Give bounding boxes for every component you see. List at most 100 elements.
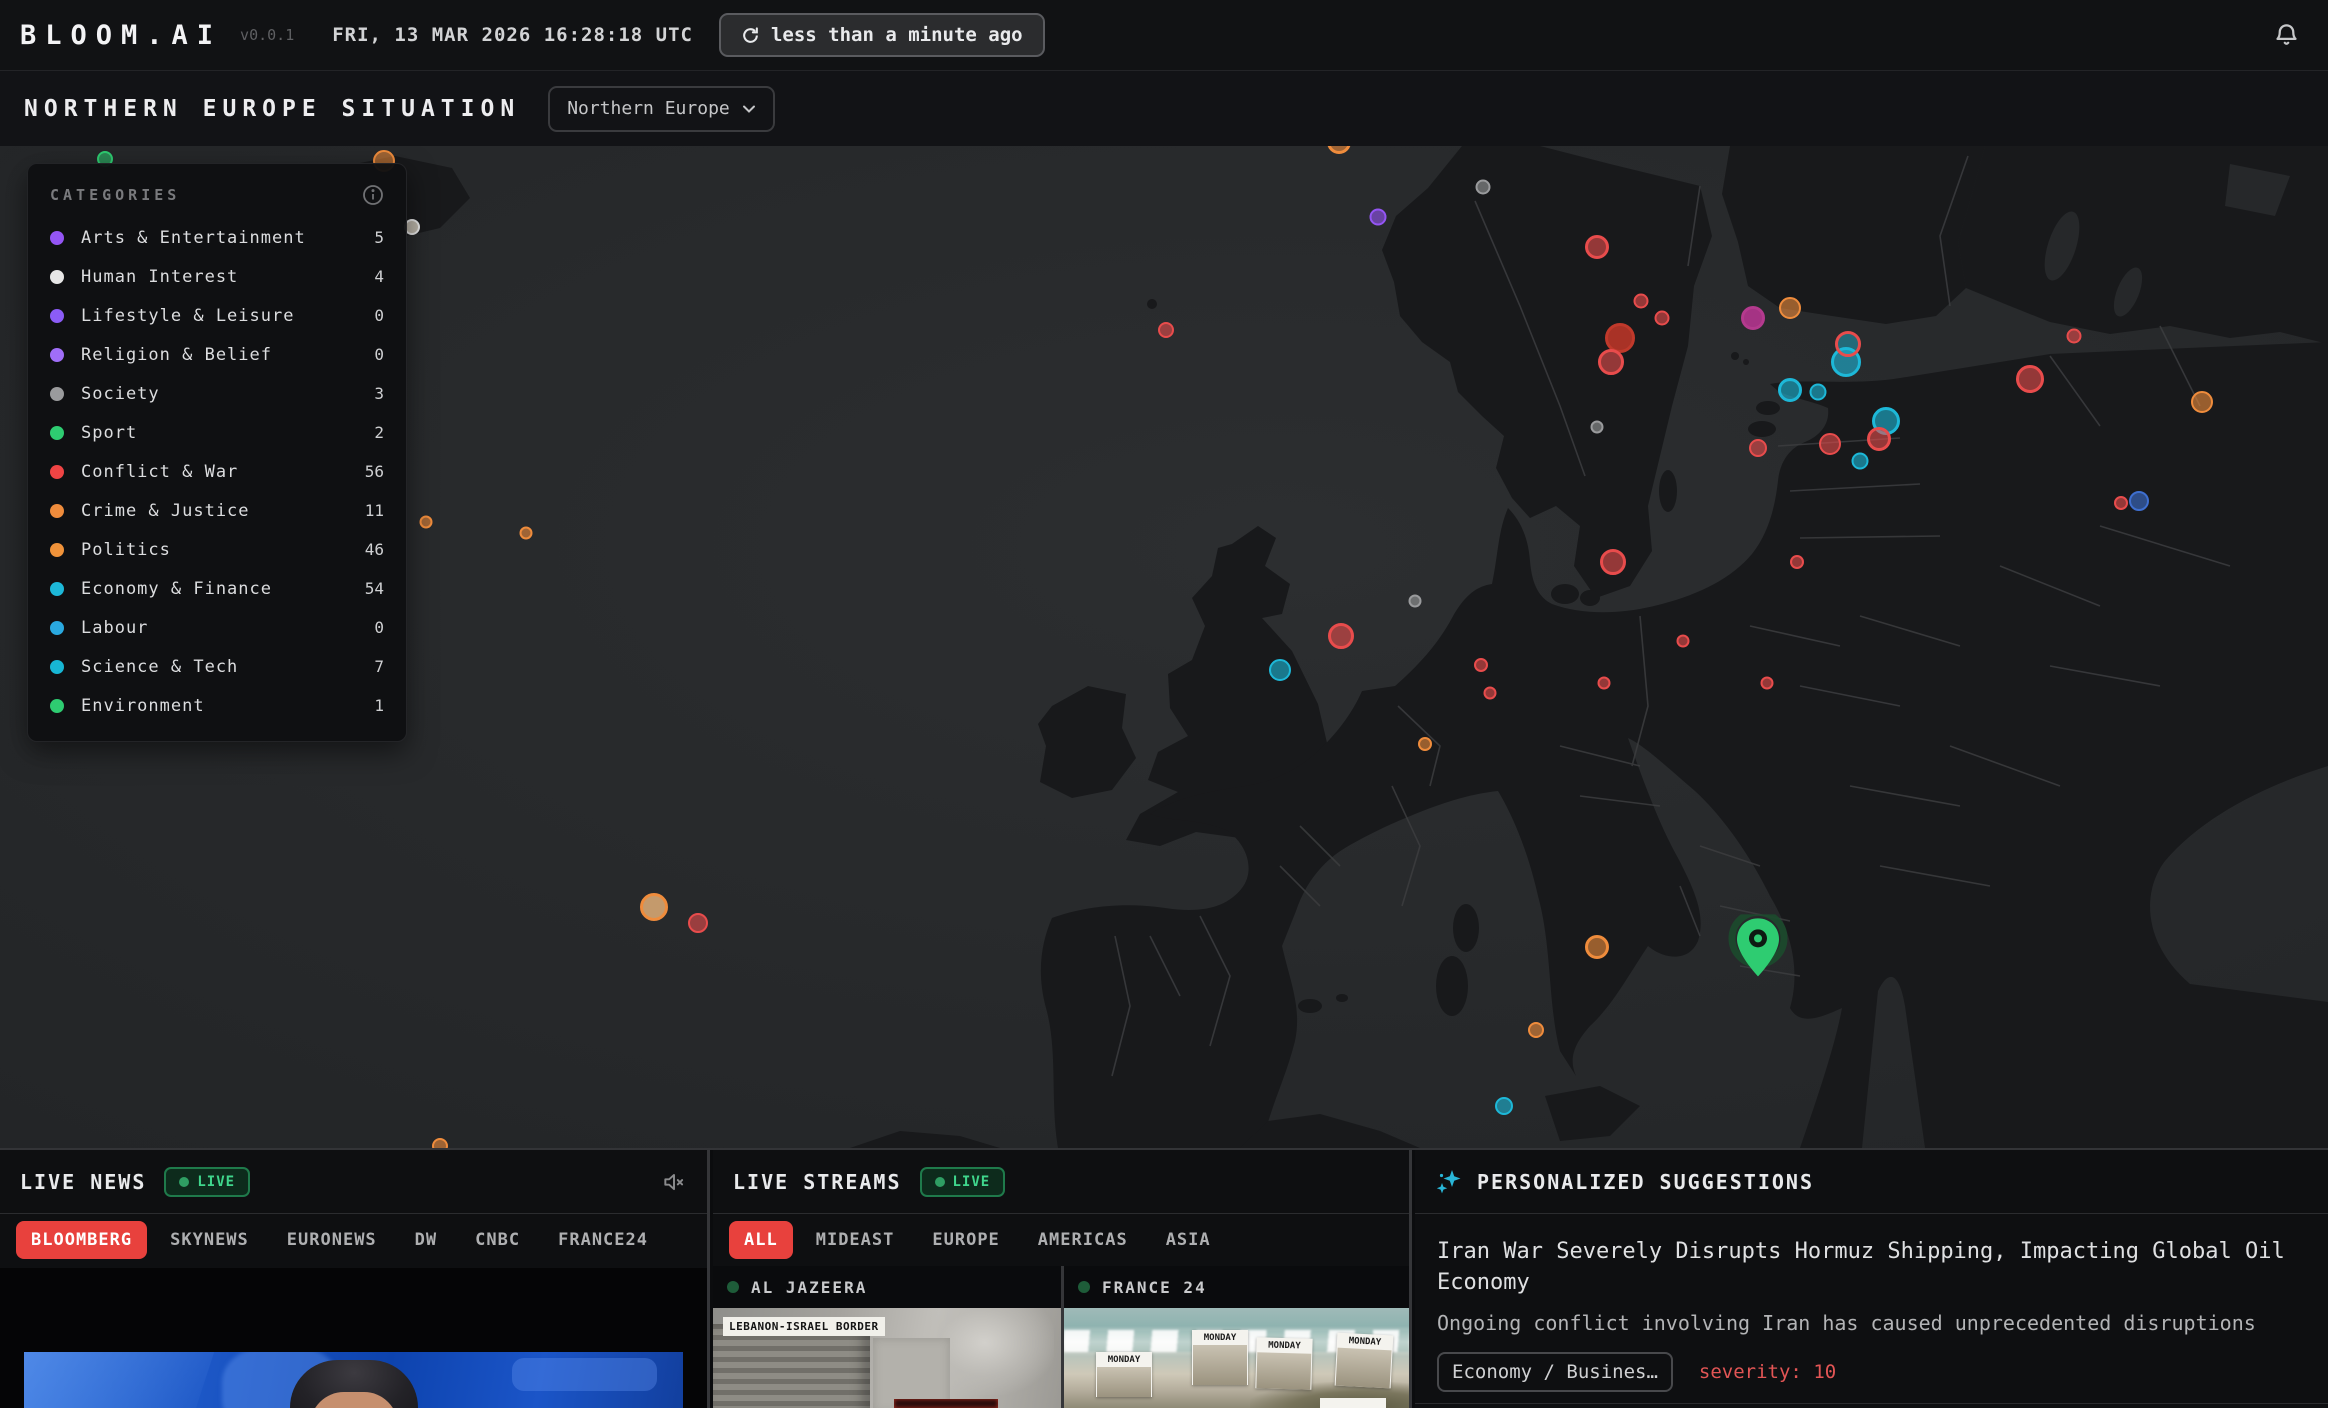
category-count: 2 — [374, 423, 384, 442]
event-marker[interactable] — [2129, 491, 2149, 511]
event-marker[interactable] — [640, 893, 668, 921]
event-marker[interactable] — [1852, 452, 1869, 469]
category-color-dot — [50, 699, 64, 713]
situation-bar: NORTHERN EUROPE SITUATION Northern Europ… — [0, 70, 2328, 146]
event-marker[interactable] — [420, 515, 433, 528]
map-canvas[interactable]: CATEGORIES Arts & Entertainment5Human In… — [0, 146, 2328, 1148]
category-color-dot — [50, 621, 64, 635]
event-marker[interactable] — [1598, 349, 1624, 375]
event-marker[interactable] — [1677, 634, 1690, 647]
event-marker[interactable] — [1790, 555, 1804, 569]
event-marker[interactable] — [1328, 623, 1354, 649]
event-marker[interactable] — [1585, 935, 1609, 959]
news-video-frame — [24, 1352, 683, 1408]
event-marker[interactable] — [1483, 687, 1496, 700]
event-marker[interactable] — [2067, 329, 2082, 344]
top-bar: BLOOM.AI v0.0.1 FRI, 13 MAR 2026 16:28:1… — [0, 0, 2328, 70]
stream-tile-al-jazeera[interactable]: AL JAZEERA LEBANON-ISRAEL BORDER — [713, 1266, 1061, 1408]
news-tab-cnbc[interactable]: CNBC — [460, 1221, 535, 1259]
event-marker[interactable] — [1475, 180, 1490, 195]
event-marker[interactable] — [2114, 496, 2128, 510]
category-item-crime-justice[interactable]: Crime & Justice11 — [50, 491, 384, 530]
location-pin-icon[interactable] — [1727, 914, 1789, 992]
event-marker[interactable] — [1867, 427, 1891, 451]
category-item-labour[interactable]: Labour0 — [50, 608, 384, 647]
event-marker[interactable] — [1835, 331, 1861, 357]
suggestions-title: PERSONALIZED SUGGESTIONS — [1477, 1170, 1814, 1194]
news-video-player[interactable] — [0, 1268, 707, 1408]
news-tab-dw[interactable]: DW — [400, 1221, 452, 1259]
mute-icon[interactable] — [661, 1169, 687, 1195]
event-marker[interactable] — [1528, 1022, 1544, 1038]
category-item-society[interactable]: Society3 — [50, 374, 384, 413]
event-marker[interactable] — [1269, 659, 1291, 681]
app-logo: BLOOM.AI — [20, 20, 222, 51]
stream-thumbnail[interactable]: MONDAYMONDAYMONDAYMONDAY — [1064, 1308, 1409, 1408]
category-item-economy-finance[interactable]: Economy & Finance54 — [50, 569, 384, 608]
category-item-human-interest[interactable]: Human Interest 4 — [50, 257, 384, 296]
event-marker[interactable] — [2191, 391, 2213, 413]
category-item-science-tech[interactable]: Science & Tech7 — [50, 647, 384, 686]
category-item-arts-entertainment[interactable]: Arts & Entertainment5 — [50, 218, 384, 257]
category-label: Human Interest — [81, 267, 357, 287]
stream-tab-europe[interactable]: EUROPE — [917, 1221, 1014, 1259]
suggestion-description: Ongoing conflict involving Iran has caus… — [1437, 1311, 2328, 1335]
live-news-title: LIVE NEWS — [20, 1170, 146, 1194]
live-streams-title: LIVE STREAMS — [733, 1170, 902, 1194]
channel-name: FRANCE 24 — [1102, 1278, 1207, 1297]
event-marker[interactable] — [1600, 549, 1626, 575]
region-dropdown-value: Northern Europe — [567, 98, 730, 119]
category-count: 7 — [374, 657, 384, 676]
info-icon[interactable] — [362, 184, 384, 206]
stream-tab-americas[interactable]: AMERICAS — [1023, 1221, 1143, 1259]
event-marker[interactable] — [520, 526, 533, 539]
event-marker[interactable] — [1591, 420, 1604, 433]
stream-tile-france-24[interactable]: FRANCE 24 MONDAYMONDAYMONDAYMONDAY — [1061, 1266, 1409, 1408]
sparkles-icon — [1435, 1168, 1463, 1196]
event-marker[interactable] — [1741, 306, 1765, 330]
event-marker[interactable] — [1495, 1097, 1513, 1115]
event-marker[interactable] — [1819, 433, 1841, 455]
category-item-sport[interactable]: Sport2 — [50, 413, 384, 452]
event-marker[interactable] — [1778, 378, 1802, 402]
suggestion-tag-chip[interactable]: Economy / Busines… — [1437, 1352, 1673, 1392]
category-color-dot — [50, 426, 64, 440]
event-marker[interactable] — [432, 1138, 448, 1148]
event-marker[interactable] — [1597, 677, 1610, 690]
stream-tab-asia[interactable]: ASIA — [1151, 1221, 1226, 1259]
news-tab-france24[interactable]: FRANCE24 — [543, 1221, 663, 1259]
event-marker[interactable] — [1585, 235, 1609, 259]
event-marker[interactable] — [688, 913, 708, 933]
region-dropdown[interactable]: Northern Europe — [548, 86, 775, 132]
event-marker[interactable] — [1760, 677, 1773, 690]
event-marker[interactable] — [1634, 294, 1649, 309]
bell-icon[interactable] — [2273, 22, 2300, 49]
event-marker[interactable] — [1158, 322, 1174, 338]
event-marker[interactable] — [1779, 297, 1801, 319]
stream-tab-all[interactable]: ALL — [729, 1221, 793, 1259]
suggestion-item[interactable]: Iran War Severely Disrupts Hormuz Shippi… — [1415, 1214, 2328, 1392]
refresh-button[interactable]: less than a minute ago — [719, 13, 1045, 57]
news-tab-bloomberg[interactable]: BLOOMBERG — [16, 1221, 147, 1259]
category-item-conflict-war[interactable]: Conflict & War56 — [50, 452, 384, 491]
event-marker[interactable] — [1655, 311, 1670, 326]
news-tab-skynews[interactable]: SKYNEWS — [155, 1221, 264, 1259]
event-marker[interactable] — [2016, 365, 2044, 393]
category-item-environment[interactable]: Environment1 — [50, 686, 384, 725]
event-marker[interactable] — [1810, 384, 1827, 401]
event-marker[interactable] — [1409, 594, 1422, 607]
event-marker[interactable] — [1749, 439, 1767, 457]
category-count: 4 — [374, 267, 384, 286]
category-label: Economy & Finance — [81, 579, 348, 599]
event-marker[interactable] — [1474, 658, 1488, 672]
event-marker[interactable] — [1370, 209, 1387, 226]
category-color-dot — [50, 543, 64, 557]
news-tab-euronews[interactable]: EURONEWS — [272, 1221, 392, 1259]
stream-thumbnail[interactable]: LEBANON-ISRAEL BORDER — [713, 1308, 1061, 1408]
event-marker[interactable] — [1418, 737, 1432, 751]
category-item-politics[interactable]: Politics46 — [50, 530, 384, 569]
categories-panel: CATEGORIES Arts & Entertainment5Human In… — [27, 163, 407, 742]
category-item-lifestyle-leisure[interactable]: Lifestyle & Leisure0 — [50, 296, 384, 335]
category-item-religion-belief[interactable]: Religion & Belief0 — [50, 335, 384, 374]
stream-tab-mideast[interactable]: MIDEAST — [801, 1221, 910, 1259]
